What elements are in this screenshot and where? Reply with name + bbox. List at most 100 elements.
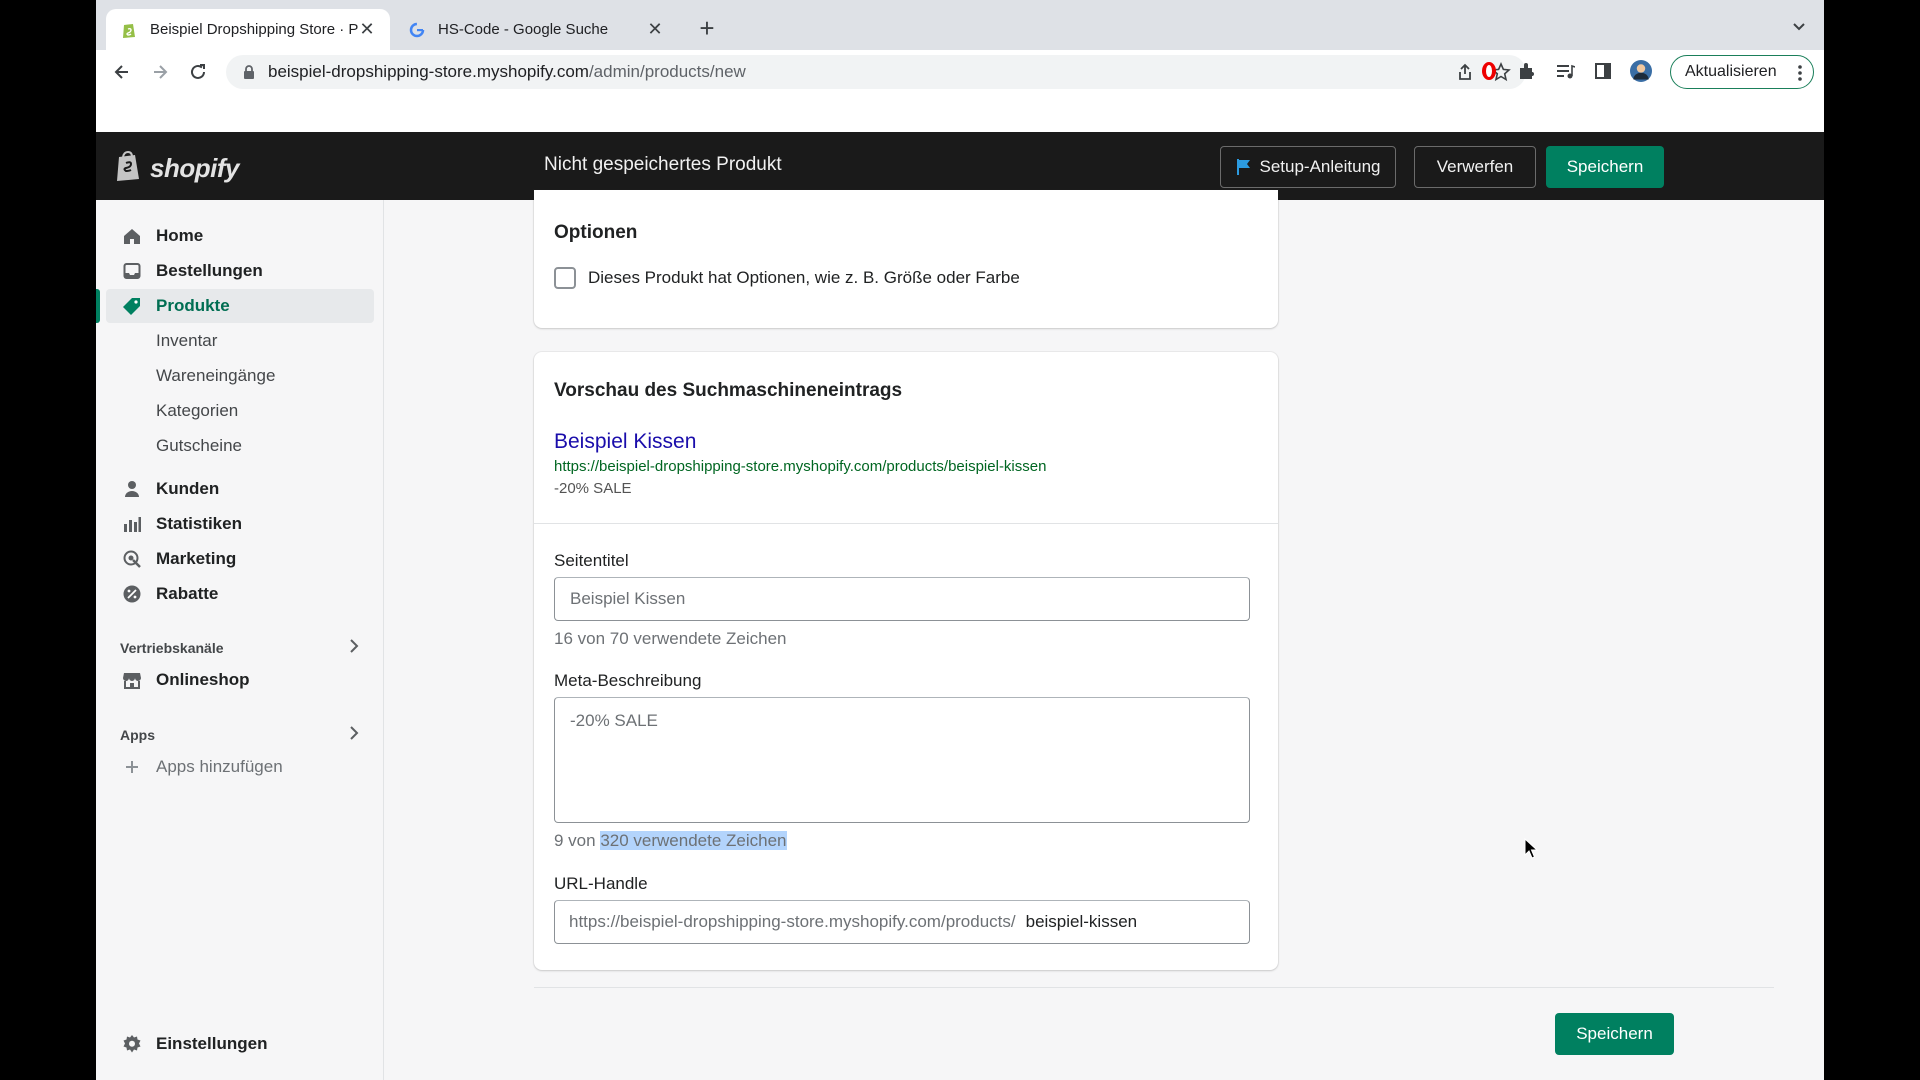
- browser-gap: [96, 94, 1824, 132]
- discard-button[interactable]: Verwerfen: [1414, 146, 1536, 188]
- app-frame: Beispiel Dropshipping Store · P ✕ HS-Cod…: [96, 0, 1824, 1080]
- sidebar-item-discounts[interactable]: Rabatte: [106, 577, 374, 611]
- adblock-icon[interactable]: [1478, 60, 1500, 82]
- sidebar-item-inventory[interactable]: Inventar: [106, 324, 374, 358]
- chevron-right-icon[interactable]: [348, 638, 360, 657]
- url-text: beispiel-dropshipping-store.myshopify.co…: [268, 62, 746, 81]
- sidepanel-icon[interactable]: [1592, 60, 1614, 82]
- forward-icon[interactable]: [146, 58, 174, 86]
- shopify-logo[interactable]: shopify: [114, 150, 239, 187]
- options-checkbox-label: Dieses Produkt hat Optionen, wie z. B. G…: [588, 268, 1020, 287]
- orders-icon: [122, 261, 142, 281]
- meta-description-label: Meta-Beschreibung: [554, 671, 702, 690]
- chevron-down-icon[interactable]: [1788, 16, 1810, 38]
- close-icon[interactable]: ✕: [646, 19, 664, 40]
- options-title: Optionen: [554, 222, 638, 243]
- lock-icon: [242, 64, 256, 80]
- sidebar-item-label: Kategorien: [156, 401, 239, 420]
- add-apps-button[interactable]: Apps hinzufügen: [106, 750, 374, 784]
- tab-shopify-store[interactable]: Beispiel Dropshipping Store · P ✕: [106, 9, 390, 50]
- seo-preview-description: -20% SALE: [554, 480, 632, 497]
- sidebar-item-label: Gutscheine: [156, 436, 242, 455]
- sidebar-item-orders[interactable]: Bestellungen: [106, 254, 374, 288]
- footer-save-button[interactable]: Speichern: [1555, 1013, 1674, 1055]
- plus-icon: [122, 757, 142, 777]
- person-icon: [122, 479, 142, 499]
- url-handle-label: URL-Handle: [554, 874, 648, 893]
- target-icon: [122, 549, 142, 569]
- more-vert-icon[interactable]: [1797, 63, 1803, 88]
- shopify-favicon-icon: [120, 21, 138, 39]
- sidebar-item-settings[interactable]: Einstellungen: [106, 1027, 374, 1061]
- meta-description-textarea[interactable]: -20% SALE: [554, 697, 1250, 823]
- options-card: Optionen Dieses Produkt hat Optionen, wi…: [534, 190, 1278, 328]
- sidebar: Home Bestellungen Produkte Inventar Ware…: [96, 200, 384, 1080]
- sidebar-item-label: Apps hinzufügen: [156, 757, 283, 776]
- sidebar-item-online-store[interactable]: Onlineshop: [106, 663, 374, 697]
- sidebar-item-collections[interactable]: Kategorien: [106, 394, 374, 428]
- puzzle-icon[interactable]: [1516, 60, 1538, 82]
- share-icon[interactable]: [1454, 61, 1476, 83]
- page-title-input[interactable]: Beispiel Kissen: [554, 577, 1250, 621]
- sidebar-item-home[interactable]: Home: [106, 219, 374, 253]
- page-title-value: Beispiel Kissen: [570, 589, 686, 608]
- sidebar-item-label: Bestellungen: [156, 261, 263, 280]
- meta-description-help: 9 von 320 verwendete Zeichen: [554, 831, 787, 851]
- close-icon[interactable]: ✕: [358, 19, 376, 40]
- section-label: Apps: [120, 726, 155, 743]
- options-checkbox-row[interactable]: Dieses Produkt hat Optionen, wie z. B. G…: [554, 267, 1020, 289]
- seo-title: Vorschau des Suchmaschineneintrags: [554, 380, 903, 401]
- sidebar-item-label: Produkte: [156, 296, 230, 315]
- tab-label: Beispiel Dropshipping Store · P: [150, 21, 358, 38]
- sidebar-item-customers[interactable]: Kunden: [106, 472, 374, 506]
- sidebar-item-label: Rabatte: [156, 584, 219, 603]
- sales-channels-heading[interactable]: Vertriebskanäle: [120, 638, 360, 657]
- bar-chart-icon: [122, 514, 142, 534]
- sidebar-item-gift-cards[interactable]: Gutscheine: [106, 429, 374, 463]
- gear-icon: [122, 1034, 142, 1054]
- setup-label: Setup-Anleitung: [1259, 157, 1381, 176]
- back-icon[interactable]: [108, 58, 136, 86]
- media-icon[interactable]: [1554, 60, 1576, 82]
- sidebar-item-label: Wareneingänge: [156, 366, 276, 385]
- selection-indicator: [96, 289, 100, 323]
- update-button[interactable]: Aktualisieren: [1670, 55, 1814, 89]
- sidebar-item-transfers[interactable]: Wareneingänge: [106, 359, 374, 393]
- mouse-cursor-icon: [1524, 837, 1539, 865]
- store-icon: [122, 670, 142, 690]
- tab-google-search[interactable]: HS-Code - Google Suche ✕: [394, 9, 678, 50]
- save-label: Speichern: [1576, 1024, 1653, 1043]
- tag-icon: [122, 296, 142, 316]
- footer-divider: [534, 987, 1774, 988]
- sidebar-item-label: Marketing: [156, 549, 237, 568]
- url-handle-value: beispiel-kissen: [1025, 912, 1138, 931]
- address-bar[interactable]: beispiel-dropshipping-store.myshopify.co…: [226, 55, 1526, 89]
- sidebar-item-label: Onlineshop: [156, 670, 250, 689]
- extension-icons: [1478, 60, 1652, 82]
- browser-tabstrip: Beispiel Dropshipping Store · P ✕ HS-Cod…: [96, 0, 1824, 50]
- avatar[interactable]: [1630, 60, 1652, 82]
- discard-label: Verwerfen: [1436, 157, 1514, 176]
- reload-icon[interactable]: [184, 58, 212, 86]
- page-title-help: 16 von 70 verwendete Zeichen: [554, 629, 787, 648]
- save-button[interactable]: Speichern: [1546, 146, 1664, 188]
- home-icon: [122, 226, 142, 246]
- sidebar-item-marketing[interactable]: Marketing: [106, 542, 374, 576]
- meta-description-value: -20% SALE: [570, 711, 658, 730]
- tab-label: HS-Code - Google Suche: [438, 21, 609, 38]
- seo-preview-url: https://beispiel-dropshipping-store.mysh…: [554, 458, 1047, 475]
- shopify-bag-icon: [114, 150, 142, 187]
- url-handle-input[interactable]: https://beispiel-dropshipping-store.mysh…: [554, 900, 1250, 944]
- chevron-right-icon[interactable]: [348, 725, 360, 744]
- section-label: Vertriebskanäle: [120, 639, 224, 656]
- apps-heading[interactable]: Apps: [120, 725, 360, 744]
- seo-card: Vorschau des Suchmaschineneintrags Beisp…: [534, 352, 1278, 970]
- flag-icon: [1236, 158, 1252, 176]
- sidebar-item-products[interactable]: Produkte: [106, 289, 374, 323]
- sidebar-item-label: Statistiken: [156, 514, 242, 533]
- new-tab-icon[interactable]: +: [692, 14, 722, 44]
- google-favicon-icon: [408, 21, 426, 39]
- setup-guide-button[interactable]: Setup-Anleitung: [1220, 146, 1396, 188]
- sidebar-item-analytics[interactable]: Statistiken: [106, 507, 374, 541]
- options-checkbox[interactable]: [554, 267, 576, 289]
